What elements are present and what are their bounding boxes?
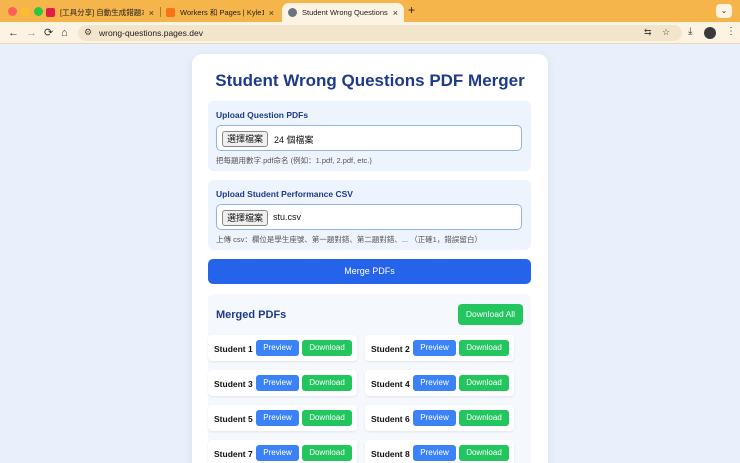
merged-pdfs-title: Merged PDFs: [216, 309, 287, 321]
download-button[interactable]: Download: [459, 410, 509, 426]
upload-csv-section: Upload Student Performance CSV 選擇檔案 stu.…: [208, 180, 531, 250]
csv-file-input[interactable]: 選擇檔案 stu.csv: [216, 204, 522, 230]
student-row: Student 7 Preview Download: [208, 440, 357, 463]
preview-button[interactable]: Preview: [256, 445, 299, 461]
window-minimize-button[interactable]: [21, 7, 30, 16]
student-name: Student 8: [371, 449, 410, 459]
profile-avatar[interactable]: [704, 27, 716, 39]
student-row: Student 5 Preview Download: [208, 405, 357, 431]
home-icon[interactable]: ⌂: [61, 26, 68, 40]
student-row: Student 1 Preview Download: [208, 335, 357, 361]
tab-favicon-icon: [46, 8, 55, 17]
student-name: Student 6: [371, 414, 410, 424]
address-bar[interactable]: ⚙ wrong-questions.pages.dev ⇆ ☆: [78, 25, 682, 41]
preview-button[interactable]: Preview: [256, 340, 299, 356]
browser-tab-bar: [工具分享] 自動生成錯題本 | 教 × Workers 和 Pages | K…: [0, 0, 740, 22]
student-name: Student 2: [371, 344, 410, 354]
merged-pdfs-section: Merged PDFs Download All Student 1 Previ…: [208, 294, 531, 463]
tab-close-icon[interactable]: ×: [269, 8, 274, 18]
site-info-icon[interactable]: ⚙: [84, 27, 92, 38]
student-row: Student 3 Preview Download: [208, 370, 357, 396]
merge-pdfs-button[interactable]: Merge PDFs: [208, 259, 531, 284]
download-button[interactable]: Download: [459, 375, 509, 391]
download-button[interactable]: Download: [459, 445, 509, 461]
tab-title: Workers 和 Pages | Kyle1228: [180, 8, 264, 17]
upload-csv-hint: 上傳 csv：欄位是學生座號、第一題對錯、第二題對錯、... （正確1，錯誤留白…: [216, 235, 482, 244]
choose-file-button[interactable]: 選擇檔案: [222, 131, 269, 147]
tab-title: [工具分享] 自動生成錯題本 | 教: [60, 8, 144, 17]
student-row: Student 6 Preview Download: [365, 405, 514, 431]
tab-favicon-icon: [288, 8, 297, 17]
tab-active-pdf-merger[interactable]: Student Wrong Questions PDF ×: [282, 3, 404, 22]
preview-button[interactable]: Preview: [256, 375, 299, 391]
download-all-button[interactable]: Download All: [458, 304, 523, 325]
upload-questions-label: Upload Question PDFs: [216, 110, 309, 120]
download-button[interactable]: Download: [302, 410, 352, 426]
question-pdfs-file-input[interactable]: 選擇檔案 24 個檔案: [216, 125, 522, 151]
student-name: Student 4: [371, 379, 410, 389]
selected-files-text: 24 個檔案: [274, 135, 314, 145]
page-title: Student Wrong Questions PDF Merger: [215, 71, 525, 90]
preview-button[interactable]: Preview: [413, 410, 456, 426]
new-tab-button[interactable]: +: [408, 3, 415, 17]
preview-button[interactable]: Preview: [256, 410, 299, 426]
student-row: Student 4 Preview Download: [365, 370, 514, 396]
tab-menu-chevron-icon[interactable]: ⌄: [716, 4, 732, 18]
tab-title: Student Wrong Questions PDF: [302, 8, 388, 17]
download-button[interactable]: Download: [459, 340, 509, 356]
tab-favicon-icon: [166, 8, 175, 17]
student-row: Student 2 Preview Download: [365, 335, 514, 361]
merger-card: Student Wrong Questions PDF Merger Uploa…: [192, 54, 548, 463]
back-arrow-icon[interactable]: ←: [8, 26, 19, 40]
selected-file-text: stu.csv: [273, 212, 302, 222]
preview-button[interactable]: Preview: [413, 445, 456, 461]
tab-tool-share[interactable]: [工具分享] 自動生成錯題本 | 教 ×: [40, 3, 160, 22]
student-name: Student 3: [214, 379, 253, 389]
url-text[interactable]: wrong-questions.pages.dev: [99, 28, 203, 38]
download-button[interactable]: Download: [302, 445, 352, 461]
student-row: Student 8 Preview Download: [365, 440, 514, 463]
preview-button[interactable]: Preview: [413, 375, 456, 391]
bookmark-star-icon[interactable]: ☆: [662, 27, 670, 38]
download-icon[interactable]: ⤓: [688, 26, 692, 37]
student-name: Student 7: [214, 449, 253, 459]
forward-arrow-icon[interactable]: →: [26, 26, 37, 40]
browser-toolbar: ← → ⟳ ⌂ ⚙ wrong-questions.pages.dev ⇆ ☆ …: [0, 22, 740, 44]
upload-questions-section: Upload Question PDFs 選擇檔案 24 個檔案 把每題用數字.…: [208, 101, 531, 171]
window-close-button[interactable]: [8, 7, 17, 16]
download-button[interactable]: Download: [302, 375, 352, 391]
reload-icon[interactable]: ⟳: [44, 26, 53, 40]
tab-workers-pages[interactable]: Workers 和 Pages | Kyle1228 ×: [160, 3, 280, 22]
preview-button[interactable]: Preview: [413, 340, 456, 356]
upload-questions-hint: 把每題用數字.pdf命名 (例如：1.pdf, 2.pdf, etc.): [216, 156, 372, 165]
student-name: Student 5: [214, 414, 253, 424]
tab-close-icon[interactable]: ×: [393, 8, 398, 18]
translate-icon[interactable]: ⇆: [644, 27, 652, 38]
tab-close-icon[interactable]: ×: [149, 8, 154, 18]
download-button[interactable]: Download: [302, 340, 352, 356]
choose-file-button[interactable]: 選擇檔案: [222, 210, 269, 226]
student-name: Student 1: [214, 344, 253, 354]
browser-menu-icon[interactable]: ⋮: [726, 26, 736, 37]
upload-csv-label: Upload Student Performance CSV: [216, 189, 353, 199]
